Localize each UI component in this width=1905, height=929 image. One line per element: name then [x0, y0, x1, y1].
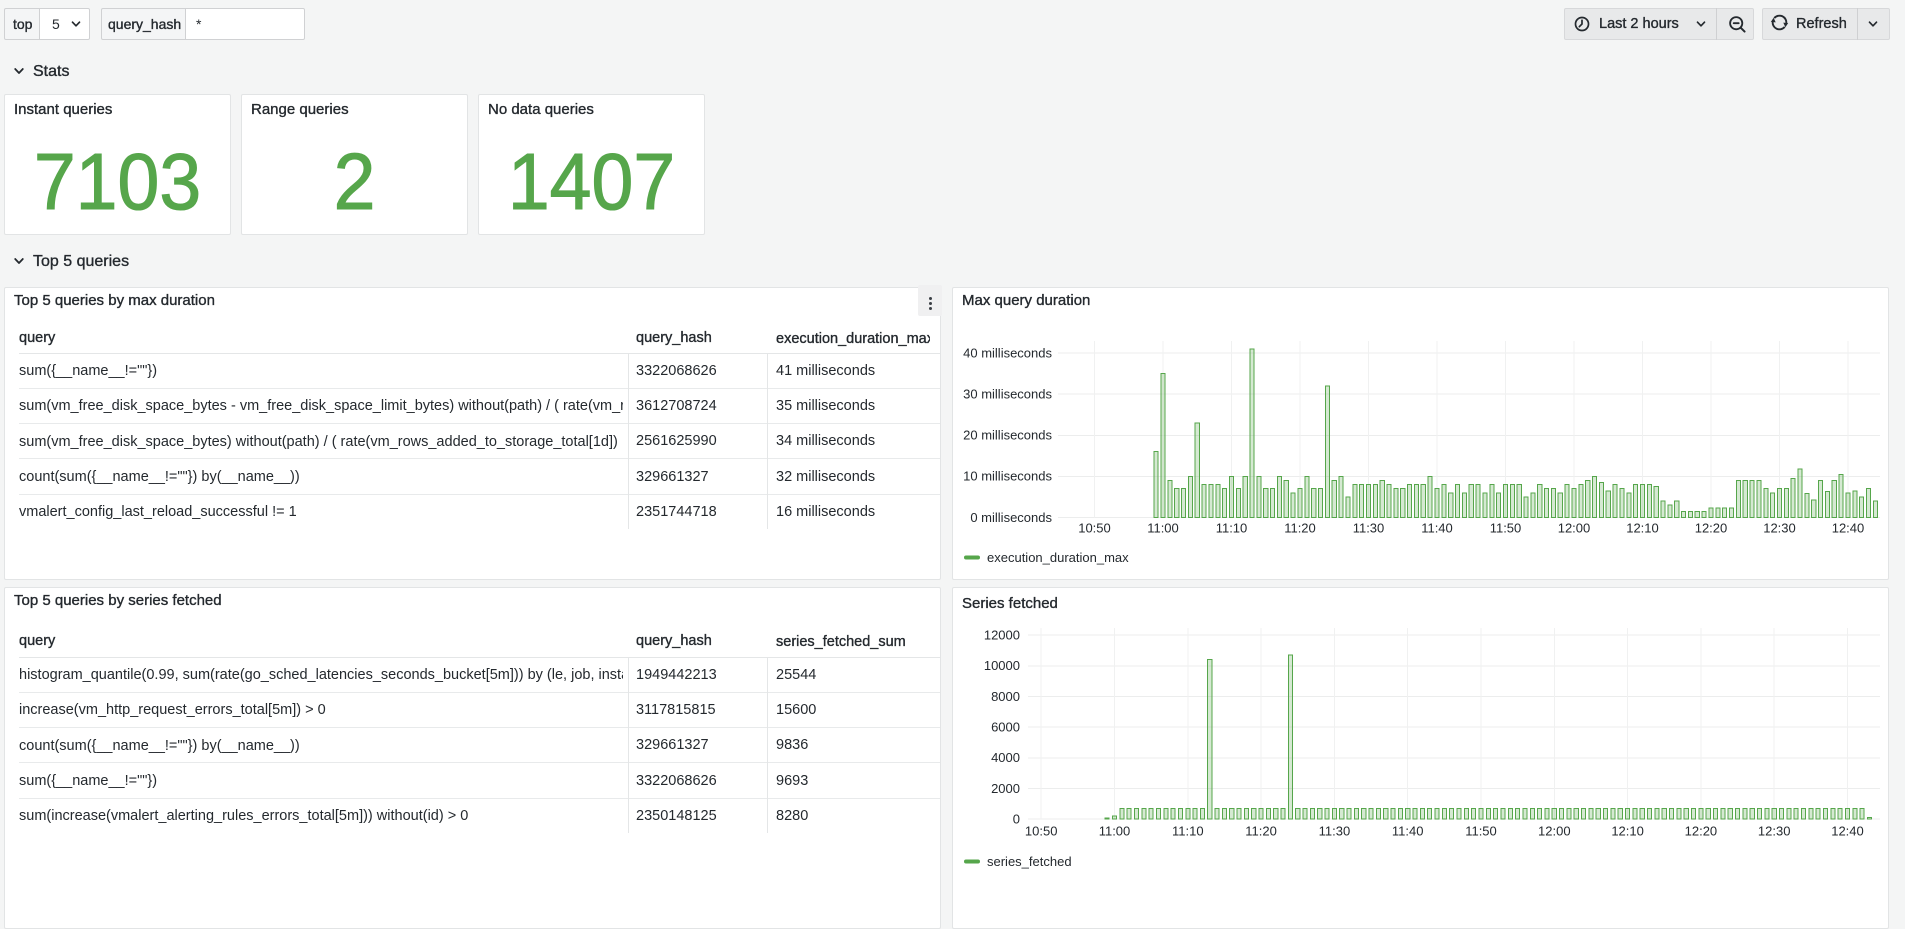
svg-text:12:40: 12:40	[1831, 824, 1864, 839]
svg-text:30 milliseconds: 30 milliseconds	[963, 387, 1052, 402]
svg-text:12:20: 12:20	[1695, 521, 1728, 536]
svg-text:series_fetched: series_fetched	[987, 854, 1072, 869]
svg-text:12:20: 12:20	[1685, 824, 1718, 839]
svg-text:0: 0	[1013, 811, 1020, 826]
svg-text:8000: 8000	[991, 689, 1020, 704]
svg-text:0 milliseconds: 0 milliseconds	[970, 510, 1052, 525]
svg-text:11:50: 11:50	[1465, 824, 1497, 839]
svg-text:12:10: 12:10	[1611, 824, 1644, 839]
svg-text:12:30: 12:30	[1758, 824, 1791, 839]
svg-text:12000: 12000	[984, 628, 1020, 643]
svg-text:6000: 6000	[991, 719, 1020, 734]
svg-text:12:00: 12:00	[1538, 824, 1571, 839]
svg-text:2000: 2000	[991, 781, 1020, 796]
svg-text:12:10: 12:10	[1626, 521, 1659, 536]
svg-text:10:50: 10:50	[1078, 521, 1111, 536]
svg-text:20 milliseconds: 20 milliseconds	[963, 428, 1052, 443]
svg-text:12:00: 12:00	[1558, 521, 1591, 536]
svg-text:10 milliseconds: 10 milliseconds	[963, 469, 1052, 484]
svg-text:40 milliseconds: 40 milliseconds	[963, 345, 1052, 360]
svg-text:11:50: 11:50	[1490, 521, 1522, 536]
svg-text:11:40: 11:40	[1421, 521, 1453, 536]
svg-text:10000: 10000	[984, 658, 1020, 673]
svg-text:11:20: 11:20	[1284, 521, 1316, 536]
svg-text:11:40: 11:40	[1392, 824, 1424, 839]
svg-text:11:10: 11:10	[1172, 824, 1204, 839]
svg-text:12:30: 12:30	[1763, 521, 1796, 536]
svg-text:12:40: 12:40	[1832, 521, 1865, 536]
svg-text:11:30: 11:30	[1353, 521, 1385, 536]
svg-text:11:10: 11:10	[1216, 521, 1248, 536]
svg-text:11:30: 11:30	[1319, 824, 1351, 839]
svg-text:execution_duration_max: execution_duration_max	[987, 550, 1129, 565]
svg-text:11:20: 11:20	[1245, 824, 1277, 839]
svg-text:10:50: 10:50	[1025, 824, 1058, 839]
svg-text:11:00: 11:00	[1099, 824, 1131, 839]
svg-text:4000: 4000	[991, 750, 1020, 765]
svg-text:11:00: 11:00	[1147, 521, 1179, 536]
